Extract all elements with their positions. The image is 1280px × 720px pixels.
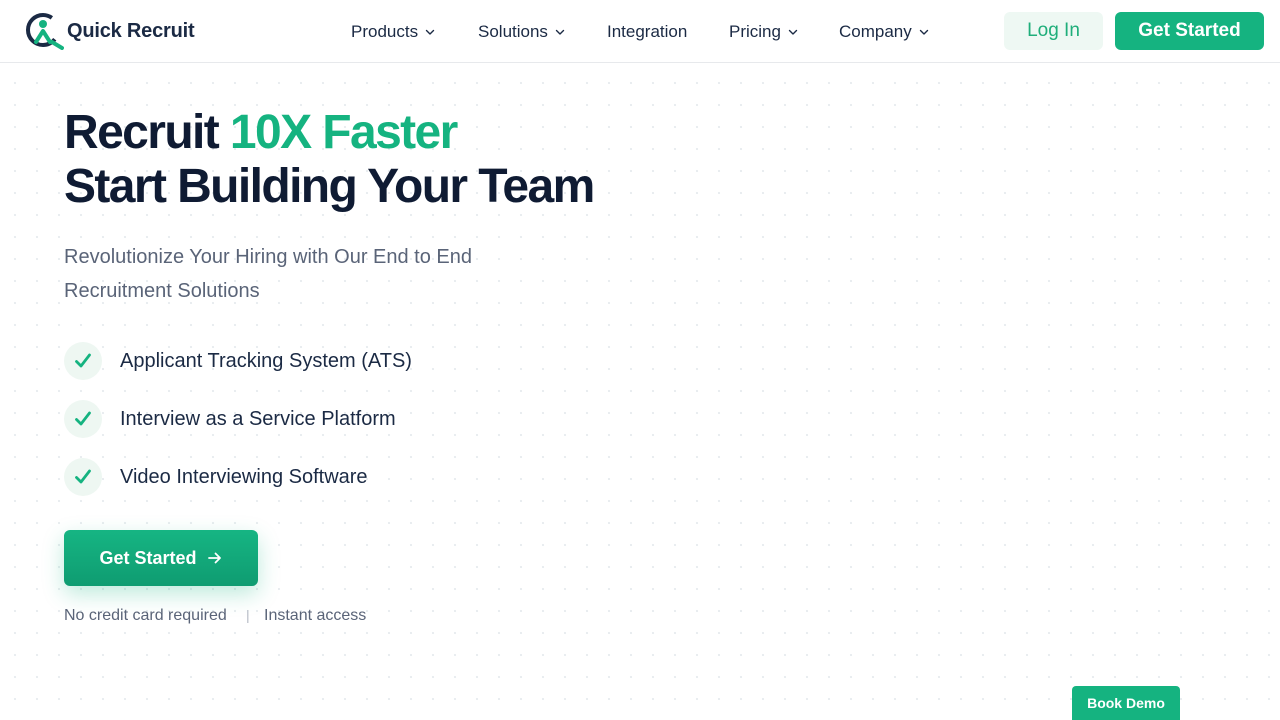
chevron-down-icon xyxy=(554,26,566,38)
nav-item-label: Solutions xyxy=(478,22,548,41)
cta-label: Get Started xyxy=(99,547,197,568)
feature-label: Interview as a Service Platform xyxy=(120,407,396,430)
nav-item-label: Integration xyxy=(607,22,688,41)
feature-label: Applicant Tracking System (ATS) xyxy=(120,349,412,372)
nav-item-label: Products xyxy=(351,22,419,41)
login-button[interactable]: Log In xyxy=(1004,12,1103,50)
get-started-header-button[interactable]: Get Started xyxy=(1115,12,1264,50)
arrow-right-icon xyxy=(207,550,223,566)
chevron-down-icon xyxy=(424,26,436,38)
feature-item-interview-service: Interview as a Service Platform xyxy=(64,400,396,438)
nav-item-label: Company xyxy=(839,22,912,41)
nav-item-products[interactable]: Products xyxy=(351,20,436,44)
note-instant-access: Instant access xyxy=(264,607,367,624)
get-started-hero-button[interactable]: Get Started xyxy=(64,530,258,586)
site-header: Quick Recruit Products Solutions Integra… xyxy=(0,0,1280,63)
hero-title-line1: Recruit 10X Faster xyxy=(64,106,594,160)
hero-title-prefix: Recruit xyxy=(64,106,230,159)
feature-label: Video Interviewing Software xyxy=(120,465,368,488)
nav-item-company[interactable]: Company xyxy=(839,20,930,44)
nav-item-integration[interactable]: Integration xyxy=(607,20,687,44)
brand-logo[interactable]: Quick Recruit xyxy=(24,12,195,50)
quick-recruit-logo-icon xyxy=(26,13,64,50)
feature-item-ats: Applicant Tracking System (ATS) xyxy=(64,342,412,380)
checkmark-icon xyxy=(64,342,102,380)
hero-title-line2: Start Building Your Team xyxy=(64,160,595,213)
brand-name: Quick Recruit xyxy=(67,19,195,42)
feature-item-video-interviewing: Video Interviewing Software xyxy=(64,458,368,496)
hero-title-accent: 10X Faster xyxy=(229,106,458,159)
chevron-down-icon xyxy=(918,26,930,38)
note-no-credit-card: No credit card required xyxy=(64,607,227,624)
hero-title: Recruit 10X Faster Start Building Your T… xyxy=(64,106,595,214)
checkmark-icon xyxy=(64,400,102,438)
nav-item-pricing[interactable]: Pricing xyxy=(729,20,799,44)
chevron-down-icon xyxy=(787,26,799,38)
book-demo-button[interactable]: Book Demo xyxy=(1072,686,1180,720)
note-separator: | xyxy=(246,607,250,623)
hero-subtitle: Revolutionize Your Hiring with Our End t… xyxy=(64,246,473,302)
nav-item-solutions[interactable]: Solutions xyxy=(478,20,566,44)
nav-item-label: Pricing xyxy=(729,22,781,41)
checkmark-icon xyxy=(64,458,102,496)
